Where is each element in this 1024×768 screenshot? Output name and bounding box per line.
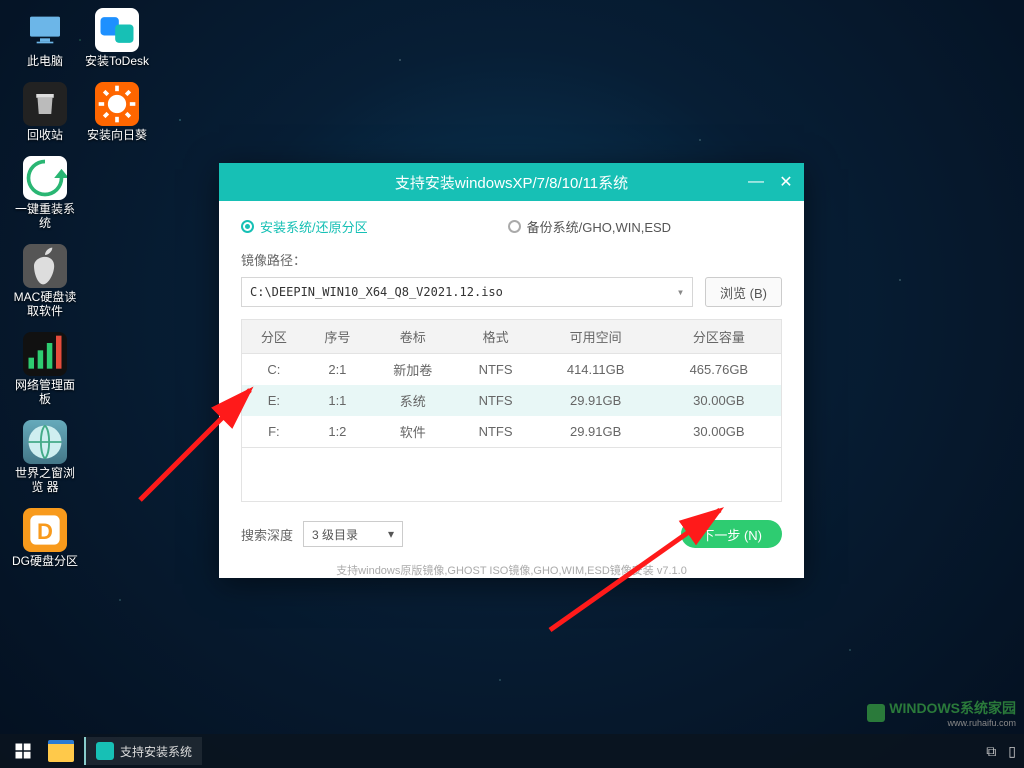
install-radio[interactable]: 安装系统/还原分区: [241, 217, 368, 236]
watermark-brand: WINDOWS系统家园: [889, 700, 1016, 716]
partition-row[interactable]: C:2:1新加卷NTFS414.11GB465.76GB: [242, 354, 782, 386]
taskbar-active-app[interactable]: 支持安装系统: [84, 737, 202, 765]
minimize-button[interactable]: —: [744, 170, 768, 194]
cell-idx: 1:1: [306, 385, 369, 416]
desktop-icon-reinstall[interactable]: 一键重装系统: [10, 156, 80, 230]
col-free: 可用空间: [535, 320, 657, 354]
desktop-icon-net[interactable]: 网络管理面板: [10, 332, 80, 406]
desktop-icons-col1: 此电脑回收站一键重装系统 MAC硬盘读 取软件网络管理面板世界之窗浏览 器 D DG硬…: [10, 8, 80, 582]
desktop-icon-mac[interactable]: MAC硬盘读 取软件: [10, 244, 80, 318]
cell-label: 新加卷: [369, 354, 457, 386]
app-icon: [96, 742, 114, 760]
chevron-down-icon: ▾: [388, 527, 394, 541]
col-part: 分区: [242, 320, 306, 354]
network-tray-icon[interactable]: ⧉: [986, 743, 996, 760]
cell-fmt: NTFS: [457, 416, 535, 448]
col-fmt: 格式: [457, 320, 535, 354]
todesk-icon: [95, 8, 139, 52]
desktop-icons-col2: 安装ToDesk 安装向日葵: [82, 8, 152, 156]
desktop-icon-label: 一键重装系统: [10, 202, 80, 230]
col-label: 卷标: [369, 320, 457, 354]
search-depth-select[interactable]: 3 级目录 ▾: [303, 521, 403, 547]
start-button[interactable]: [8, 736, 38, 766]
support-footer-text: 支持windows原版镜像,GHOST ISO镜像,GHO,WIM,ESD镜像安…: [241, 562, 782, 578]
desktop-icon-label: 此电脑: [10, 54, 80, 68]
windows-logo-icon: [867, 704, 885, 722]
desktop-icon-label: DG硬盘分区: [10, 554, 80, 568]
pc-icon: [23, 8, 67, 52]
cell-cap: 30.00GB: [657, 385, 782, 416]
cell-part: F:: [242, 416, 306, 448]
dg-icon: D: [23, 508, 67, 552]
desktop-icon-label: MAC硬盘读 取软件: [10, 290, 80, 318]
image-path-value: C:\DEEPIN_WIN10_X64_Q8_V2021.12.iso: [250, 285, 503, 299]
backup-radio[interactable]: 备份系统/GHO,WIN,ESD: [508, 217, 671, 236]
cell-fmt: NTFS: [457, 385, 535, 416]
backup-radio-label: 备份系统/GHO,WIN,ESD: [527, 217, 671, 236]
close-button[interactable]: ✕: [774, 170, 798, 194]
chevron-down-icon: ▾: [677, 285, 684, 299]
cell-free: 29.91GB: [535, 385, 657, 416]
path-label: 镜像路径：: [241, 250, 782, 269]
desktop-icon-pc[interactable]: 此电脑: [10, 8, 80, 68]
browser-icon: [23, 420, 67, 464]
depth-value: 3 级目录: [312, 526, 358, 543]
depth-label: 搜索深度: [241, 525, 293, 544]
image-path-combo[interactable]: C:\DEEPIN_WIN10_X64_Q8_V2021.12.iso ▾: [241, 277, 693, 307]
desktop-icon-label: 网络管理面板: [10, 378, 80, 406]
desktop-icon-label: 回收站: [10, 128, 80, 142]
reinstall-icon: [23, 156, 67, 200]
radio-dot-icon: [241, 220, 254, 233]
watermark-url: www.ruhaifu.com: [889, 718, 1016, 728]
sun-icon: [95, 82, 139, 126]
cell-fmt: NTFS: [457, 354, 535, 386]
browse-button[interactable]: 浏览 (B): [705, 277, 782, 307]
taskbar-app-label: 支持安装系统: [120, 743, 192, 760]
partition-row[interactable]: E:1:1系统NTFS29.91GB30.00GB: [242, 385, 782, 416]
cell-idx: 1:2: [306, 416, 369, 448]
cell-free: 29.91GB: [535, 416, 657, 448]
desktop-icon-sun[interactable]: 安装向日葵: [82, 82, 152, 142]
titlebar[interactable]: 支持安装windowsXP/7/8/10/11系统 — ✕: [219, 163, 804, 201]
mac-icon: [23, 244, 67, 288]
cell-part: E:: [242, 385, 306, 416]
cell-label: 系统: [369, 385, 457, 416]
system-tray: ⧉ ▯: [986, 743, 1016, 760]
cell-free: 414.11GB: [535, 354, 657, 386]
radio-dot-icon: [508, 220, 521, 233]
net-icon: [23, 332, 67, 376]
cell-cap: 465.76GB: [657, 354, 782, 386]
cell-label: 软件: [369, 416, 457, 448]
next-button[interactable]: 下一步 (N): [681, 520, 782, 548]
battery-tray-icon[interactable]: ▯: [1008, 743, 1016, 760]
partition-table: 分区 序号 卷标 格式 可用空间 分区容量 C:2:1新加卷NTFS414.11…: [241, 319, 782, 448]
desktop-icon-label: 世界之窗浏览 器: [10, 466, 80, 494]
watermark: WINDOWS系统家园 www.ruhaifu.com: [867, 698, 1016, 728]
install-radio-label: 安装系统/还原分区: [260, 217, 368, 236]
cell-cap: 30.00GB: [657, 416, 782, 448]
desktop-icon-bin[interactable]: 回收站: [10, 82, 80, 142]
desktop-icon-browser[interactable]: 世界之窗浏览 器: [10, 420, 80, 494]
cell-part: C:: [242, 354, 306, 386]
desktop-icon-label: 安装ToDesk: [82, 54, 152, 68]
file-explorer-taskbar-icon[interactable]: [48, 740, 74, 762]
desktop-icon-label: 安装向日葵: [82, 128, 152, 142]
col-idx: 序号: [306, 320, 369, 354]
svg-text:D: D: [37, 519, 53, 544]
window-title: 支持安装windowsXP/7/8/10/11系统: [395, 172, 628, 193]
cell-idx: 2:1: [306, 354, 369, 386]
bin-icon: [23, 82, 67, 126]
desktop-icon-dg[interactable]: D DG硬盘分区: [10, 508, 80, 568]
desktop-icon-todesk[interactable]: 安装ToDesk: [82, 8, 152, 68]
partition-row[interactable]: F:1:2软件NTFS29.91GB30.00GB: [242, 416, 782, 448]
installer-window: 支持安装windowsXP/7/8/10/11系统 — ✕ 安装系统/还原分区 …: [219, 163, 804, 578]
col-cap: 分区容量: [657, 320, 782, 354]
taskbar: 支持安装系统 ⧉ ▯: [0, 734, 1024, 768]
